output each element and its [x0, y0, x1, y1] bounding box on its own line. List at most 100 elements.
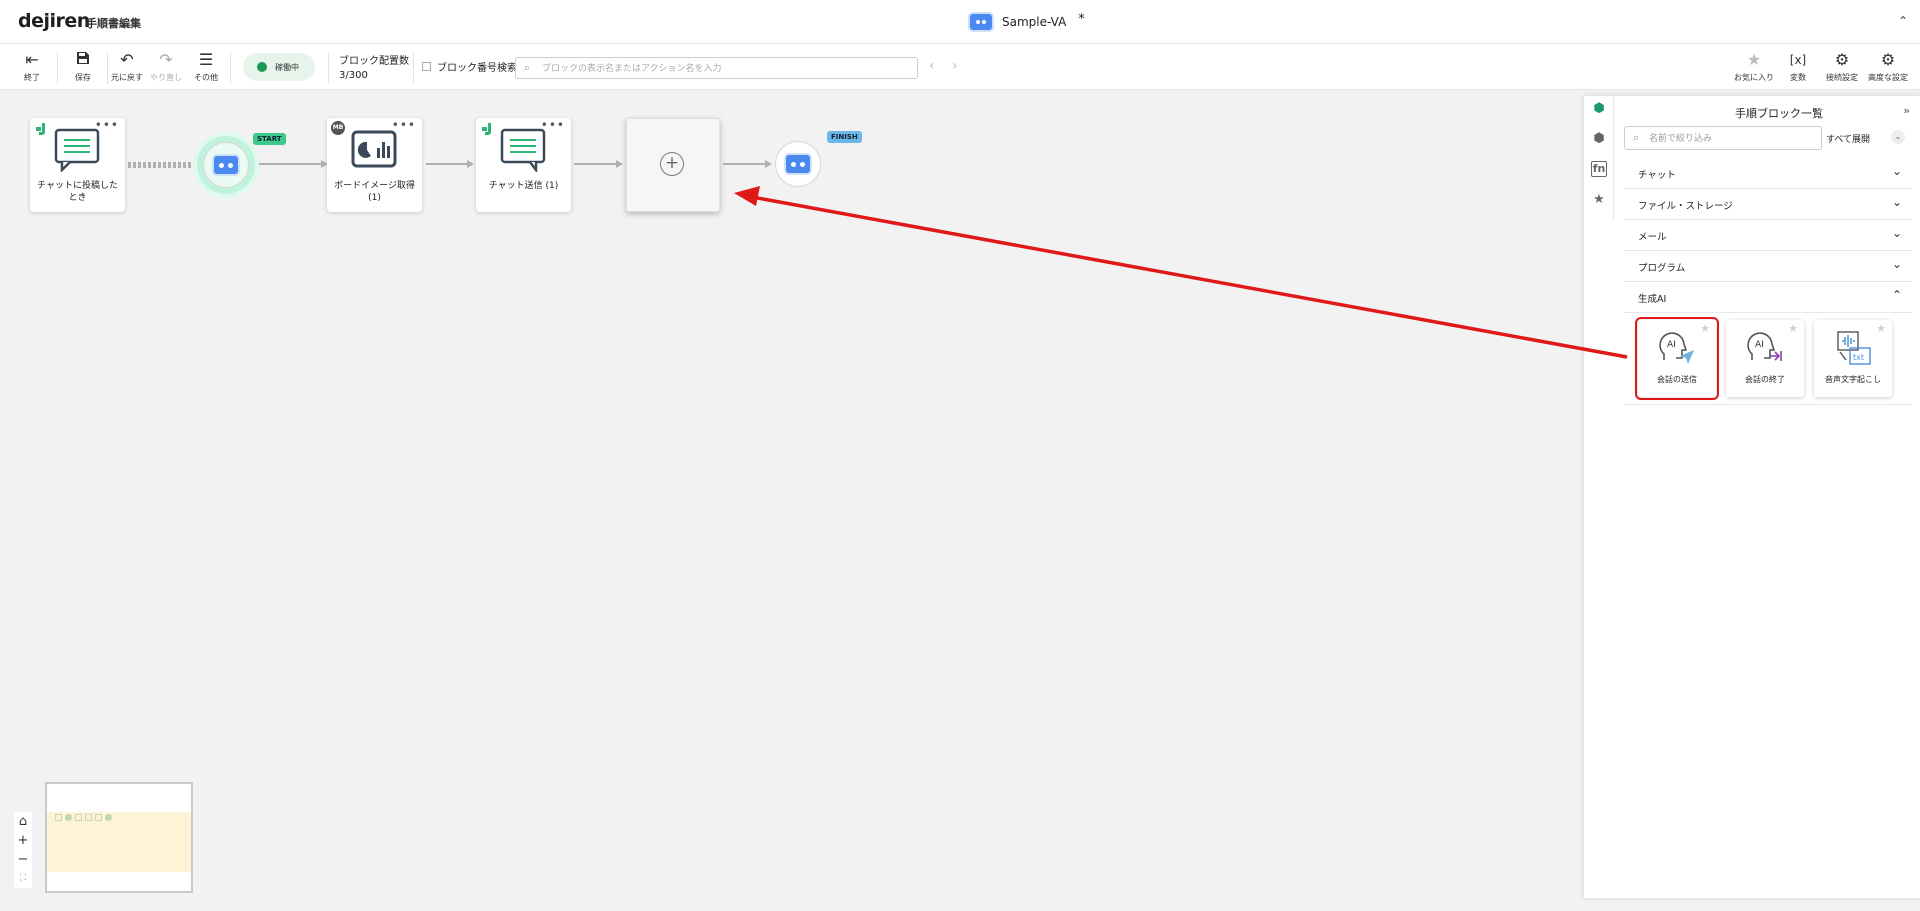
block-card-end-conversation[interactable]: ★ AI 会話の終了 — [1726, 320, 1804, 397]
more-menu-button[interactable]: ☰ その他 — [184, 50, 228, 83]
exit-button[interactable]: ⇤ 終了 — [10, 50, 54, 83]
more-label: その他 — [194, 73, 218, 82]
block-card-name: 会話の終了 — [1745, 375, 1785, 384]
chevron-down-icon[interactable]: ⌄ — [1891, 130, 1905, 144]
panel-tabs: ⬢ ⬢ fn ★ — [1584, 96, 1614, 220]
block-number-search-checkbox[interactable] — [422, 62, 431, 71]
cube-add-icon[interactable]: ⬢ — [1589, 131, 1609, 151]
chevron-down-icon: ⌄ — [1891, 164, 1902, 178]
variable-icon: [x] — [1789, 53, 1807, 67]
status-text: 稼働中 — [275, 62, 299, 72]
connector — [574, 163, 616, 165]
exit-label: 終了 — [24, 73, 40, 82]
block-count-label: ブロック配置数 — [339, 56, 409, 67]
category-list: チャット ⌄ ファイル・ストレージ ⌄ メール ⌄ プログラム ⌄ 生成AI ⌃… — [1624, 158, 1912, 405]
filter-input[interactable] — [1649, 131, 1817, 146]
dejiren-badge-icon — [34, 121, 48, 135]
advanced-settings-button[interactable]: ⚙ 高度な設定 — [1866, 50, 1910, 83]
category-generative-ai[interactable]: 生成AI ⌃ — [1624, 282, 1912, 313]
svg-text:AI: AI — [1755, 340, 1764, 350]
logo: dejiren — [18, 10, 90, 32]
transcribe-icon: txt — [1837, 331, 1871, 365]
app-name[interactable]: Sample-VA — [1002, 15, 1066, 29]
gears-icon: ⚙ — [1880, 50, 1896, 69]
favorite-star-icon[interactable]: ★ — [1788, 322, 1798, 335]
ai-block-cards: ★ AI 会話の送信 ★ AI 会話の終了 ★ txt 音声文字起こし — [1624, 313, 1912, 405]
flow-node-trigger[interactable]: ••• チャットに投稿したとき — [30, 118, 125, 212]
block-card-send-conversation[interactable]: ★ AI 会話の送信 — [1635, 317, 1719, 400]
start-bot-node[interactable] — [203, 142, 249, 188]
block-number-search-label: ブロック番号検索 — [437, 63, 517, 74]
favorites-label: お気に入り — [1734, 73, 1774, 82]
panel-title: 手順ブロック一覧 — [1735, 107, 1823, 120]
category-label: メール — [1638, 232, 1667, 243]
chat-bubble-icon — [500, 128, 546, 172]
expand-all-button[interactable]: すべて展開 — [1826, 132, 1870, 145]
undo-label: 元に戻す — [111, 73, 143, 82]
block-search-input[interactable] — [542, 61, 912, 76]
connector-arrow-icon — [765, 160, 772, 168]
chevron-down-icon: ⌄ — [1891, 195, 1902, 209]
collapse-header-icon[interactable]: ⌃ — [1898, 14, 1908, 28]
flow-node-chat-send[interactable]: ••• チャット送信 (1) — [476, 118, 571, 212]
connection-settings-button[interactable]: ⚙ 接続設定 — [1820, 50, 1864, 83]
category-mail[interactable]: メール ⌄ — [1624, 220, 1912, 251]
plug-settings-icon: ⚙ — [1834, 50, 1850, 69]
block-list-panel: ⬢ ⬢ fn ★ 手順ブロック一覧 » ⌕ すべて展開 ⌄ チャット ⌄ ファイ… — [1584, 96, 1920, 898]
favorite-star-icon[interactable]: ★ — [1876, 322, 1886, 335]
ai-send-icon: AI — [1659, 332, 1694, 364]
block-count-value: 3/300 — [339, 70, 368, 81]
save-icon — [61, 50, 105, 70]
star-icon[interactable]: ★ — [1589, 192, 1609, 212]
minimap-node — [55, 814, 62, 821]
next-result-icon[interactable]: › — [952, 58, 958, 74]
finish-bot-node[interactable] — [775, 141, 821, 187]
save-button[interactable]: 保存 — [61, 50, 105, 83]
chevron-up-icon: ⌃ — [1891, 288, 1902, 302]
category-chat[interactable]: チャット ⌄ — [1624, 158, 1912, 189]
toolbar: ⇤ 終了 保存 ↶ 元に戻す ↷ やり直し ☰ その他 稼働中 ブロック配置数 … — [0, 44, 1920, 90]
minimap[interactable] — [45, 782, 193, 893]
minimap-node — [105, 814, 112, 821]
zoom-out-icon[interactable]: − — [14, 850, 32, 869]
node-label: チャットに投稿したとき — [37, 181, 118, 203]
redo-label: やり直し — [150, 73, 182, 82]
svg-text:AI: AI — [1667, 340, 1676, 350]
category-label: 生成AI — [1638, 294, 1667, 305]
minimap-viewport[interactable] — [47, 812, 191, 872]
start-tag: START — [253, 133, 286, 145]
block-search-field[interactable]: ⌕ — [515, 57, 918, 79]
chevron-down-icon: ⌄ — [1891, 226, 1902, 240]
undo-button[interactable]: ↶ 元に戻す — [105, 50, 149, 83]
block-card-transcribe[interactable]: ★ txt 音声文字起こし — [1814, 320, 1892, 397]
zoom-in-icon[interactable]: + — [14, 831, 32, 850]
minimap-node — [95, 814, 102, 821]
add-block-slot[interactable]: + — [626, 118, 720, 212]
redo-button[interactable]: ↷ やり直し — [144, 50, 188, 83]
home-icon[interactable]: ⌂ — [14, 812, 32, 831]
filter-field[interactable]: ⌕ — [1624, 126, 1822, 150]
collapse-panel-icon[interactable]: » — [1903, 104, 1910, 117]
minimap-node — [65, 814, 72, 821]
chat-bubble-icon — [54, 128, 100, 172]
fit-view-icon[interactable]: ⛶ — [14, 869, 32, 888]
variables-button[interactable]: [x] 変数 — [1776, 50, 1820, 83]
flow-node-board-image[interactable]: MB ••• ボードイメージ取得 (1) — [327, 118, 422, 212]
cube-icon[interactable]: ⬢ — [1589, 101, 1609, 121]
flow-canvas[interactable]: ••• チャットに投稿したとき START MB ••• ボードイメージ取得 (… — [0, 91, 1585, 911]
status-toggle[interactable]: 稼働中 — [243, 53, 315, 81]
search-icon: ⌕ — [524, 61, 531, 74]
function-icon[interactable]: fn — [1591, 161, 1607, 177]
category-file-storage[interactable]: ファイル・ストレージ ⌄ — [1624, 189, 1912, 220]
zoom-controls: ⌂ + − ⛶ — [14, 812, 32, 888]
prev-result-icon[interactable]: ‹ — [929, 58, 935, 74]
finish-tag: FINISH — [827, 131, 862, 143]
favorites-button[interactable]: ★ お気に入り — [1730, 50, 1778, 83]
favorite-star-icon[interactable]: ★ — [1700, 322, 1710, 335]
chevron-down-icon: ⌄ — [1891, 257, 1902, 271]
mb-badge-icon: MB — [331, 121, 345, 135]
block-card-name: 音声文字起こし — [1825, 375, 1881, 384]
category-program[interactable]: プログラム ⌄ — [1624, 251, 1912, 282]
connector-dashed — [128, 162, 196, 168]
category-label: プログラム — [1638, 263, 1686, 274]
